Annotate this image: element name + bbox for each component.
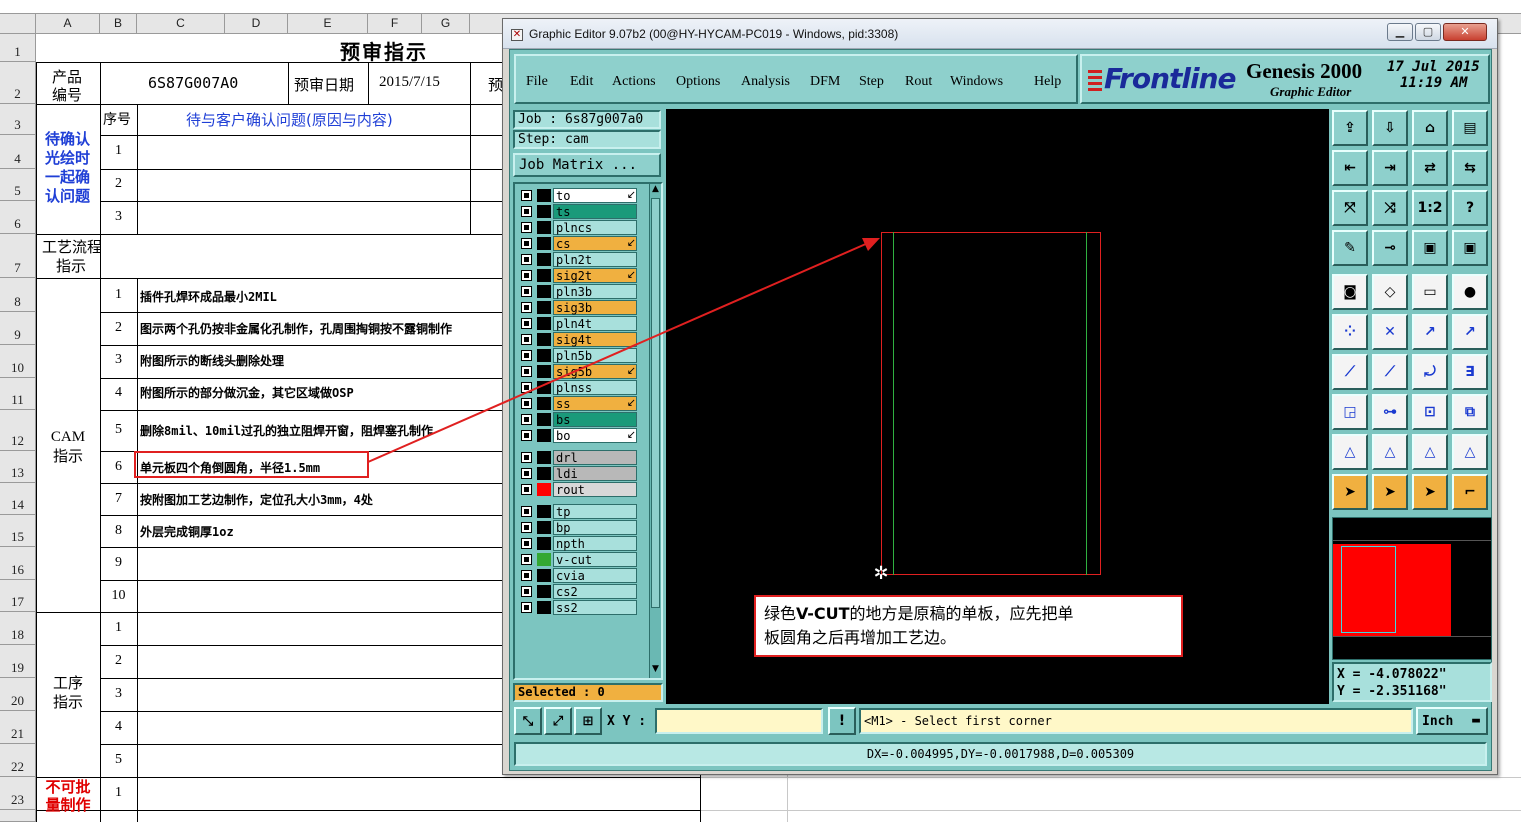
annotation-arrow [367, 238, 880, 463]
